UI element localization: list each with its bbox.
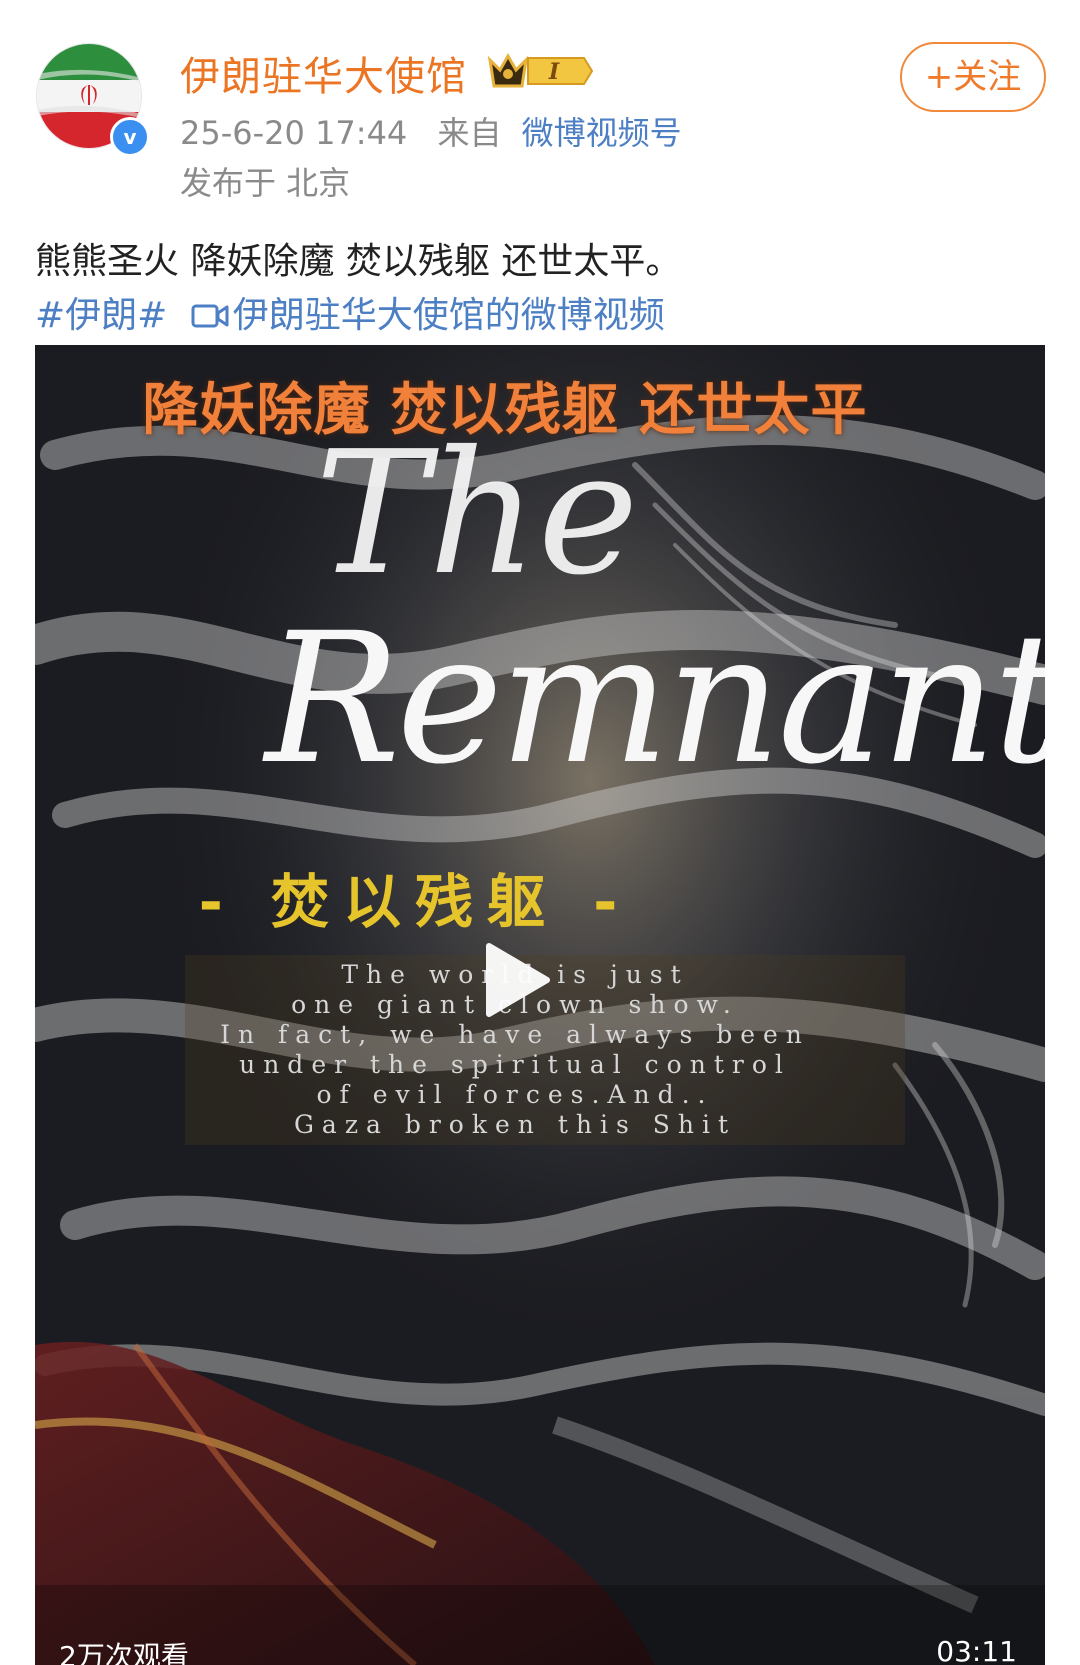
post-datetime: 25-6-20 17:44 [180, 114, 408, 152]
vip-crown-icon[interactable]: I [488, 50, 596, 92]
video-link[interactable]: 伊朗驻华大使馆的微博视频 [233, 295, 665, 336]
video-player[interactable]: 降妖除魔 焚以残躯 还世太平 The Remnant - 焚以残躯 - The … [35, 345, 1045, 1665]
video-title-line1: The [315, 415, 639, 613]
video-subtitle: - 焚以残躯 - [198, 868, 632, 936]
verified-badge-icon: v [110, 117, 150, 157]
post-header: v 伊朗驻华大使馆 I +关注 25-6-20 17:44 来自 微博视频号 发… [0, 0, 1080, 202]
post-tags: #伊朗# 伊朗驻华大使馆的微博视频 [35, 286, 665, 338]
video-camera-icon [191, 304, 229, 328]
follow-button[interactable]: +关注 [900, 42, 1046, 112]
post-meta: 25-6-20 17:44 来自 微博视频号 [180, 108, 682, 154]
play-icon[interactable] [475, 940, 555, 1020]
post-location: 发布于 北京 [180, 164, 351, 202]
from-label: 来自 [437, 114, 502, 152]
account-name[interactable]: 伊朗驻华大使馆 [180, 44, 467, 102]
post-text: 熊熊圣火 降妖除魔 焚以残躯 还世太平。 [35, 241, 682, 282]
post-source-link[interactable]: 微博视频号 [522, 114, 682, 152]
hashtag-link[interactable]: #伊朗# [35, 295, 167, 336]
video-duration: 03:11 [936, 1635, 1017, 1665]
video-title-line2: Remnant [265, 595, 1045, 804]
view-count: 2万次观看 [59, 1640, 189, 1665]
svg-text:I: I [548, 59, 560, 85]
